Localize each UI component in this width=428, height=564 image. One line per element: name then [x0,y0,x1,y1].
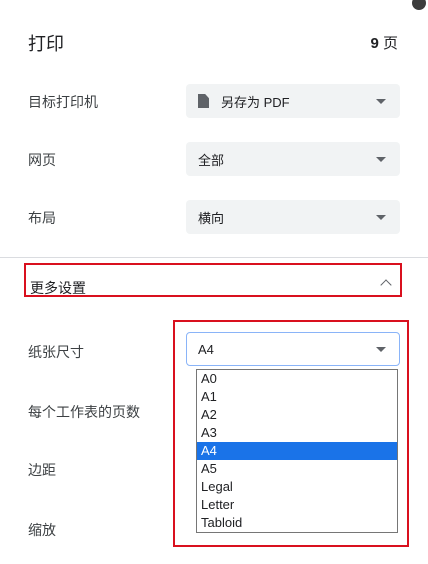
caret-down-icon [376,156,386,162]
destination-select[interactable]: 另存为 PDF [186,84,400,118]
page-count: 9 页 [370,32,398,53]
page-count-unit: 页 [382,35,398,52]
destination-label: 目标打印机 [28,94,98,110]
divider [0,257,428,258]
pages-select[interactable]: 全部 [186,142,400,176]
layout-label: 布局 [28,210,56,226]
scale-label: 缩放 [28,522,56,538]
more-settings-label: 更多设置 [30,280,86,296]
caret-down-icon [376,98,386,104]
paper-size-highlight [173,320,409,547]
paper-size-label: 纸张尺寸 [28,344,84,360]
pages-value: 全部 [198,152,225,168]
destination-value: 另存为 PDF [221,94,290,110]
corner-indicator [410,0,428,12]
pages-per-sheet-label: 每个工作表的页数 [28,404,140,420]
page-title: 打印 [28,34,64,54]
layout-select[interactable]: 横向 [186,200,400,234]
pages-label: 网页 [28,152,56,168]
page-count-number: 9 [370,35,379,52]
layout-value: 横向 [198,210,225,226]
document-icon [198,94,209,108]
margins-label: 边距 [28,462,56,478]
caret-down-icon [376,214,386,220]
